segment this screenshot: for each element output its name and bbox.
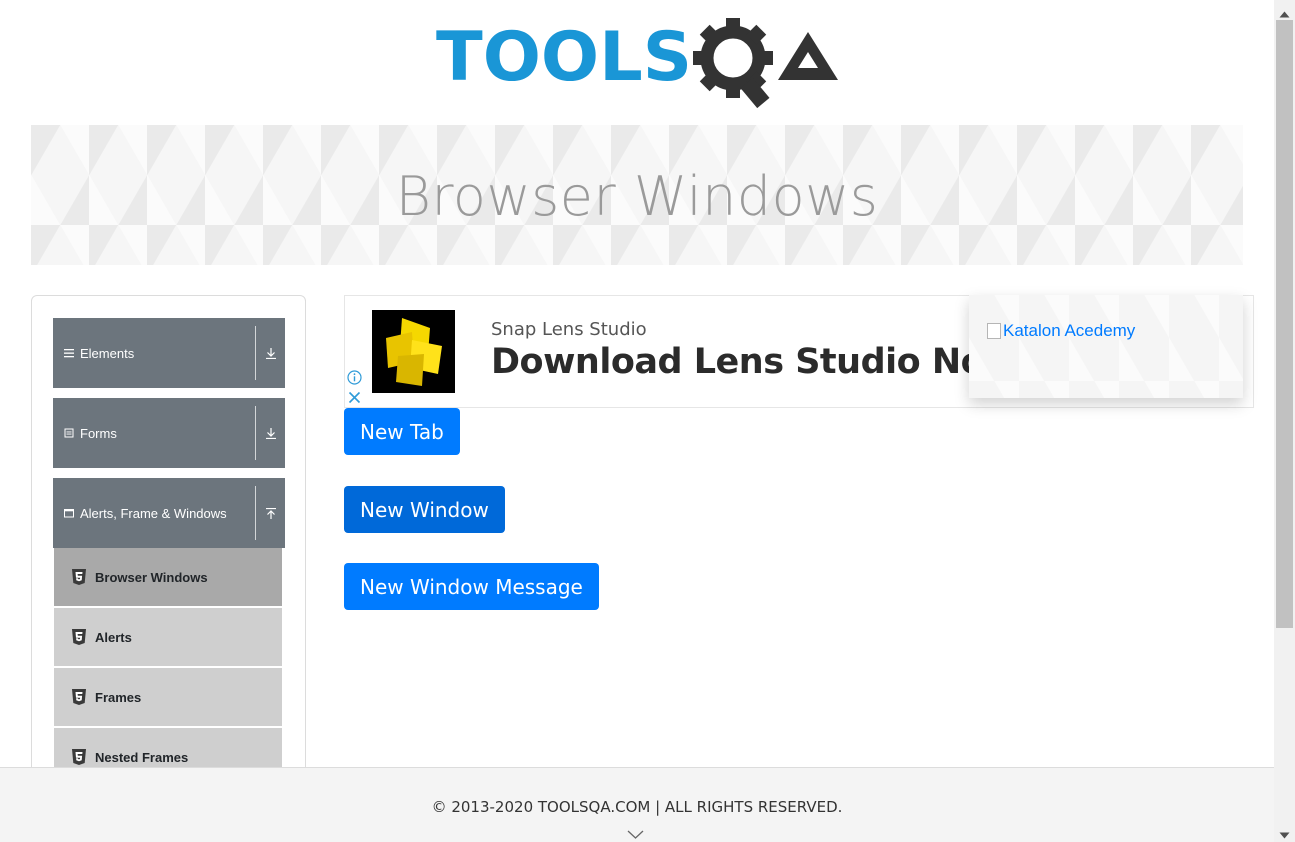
logo-gear-icon: [693, 18, 773, 109]
html5-icon: [72, 569, 86, 585]
expand-down-icon[interactable]: [256, 427, 285, 439]
toolsqa-logo[interactable]: TOOLS: [436, 18, 842, 114]
sidebar-item-label: Nested Frames: [95, 749, 189, 765]
page-banner: Browser Windows: [31, 125, 1243, 265]
sidebar-group-label: Alerts, Frame & Windows: [80, 505, 227, 521]
sidebar-item-frames[interactable]: Frames: [54, 668, 282, 726]
scrollbar-thumb[interactable]: [1276, 20, 1293, 628]
footer-copyright: © 2013-2020 TOOLSQA.COM | ALL RIGHTS RES…: [431, 798, 843, 816]
hamburger-icon: [64, 348, 74, 358]
form-icon: [64, 428, 74, 438]
html5-icon: [72, 749, 86, 765]
sidebar-group-label: Forms: [80, 425, 117, 441]
new-tab-button[interactable]: New Tab: [344, 408, 460, 455]
sidebar-group-elements[interactable]: Elements: [53, 318, 285, 388]
sidebar-item-browser-windows[interactable]: Browser Windows: [54, 548, 282, 606]
broken-image-icon: [987, 323, 1001, 339]
sidebar: Elements Forms Alerts, Frame & Windows B…: [31, 295, 306, 795]
katalon-promo-link[interactable]: Katalon Acedemy: [987, 321, 1135, 341]
vertical-scrollbar[interactable]: [1274, 0, 1295, 842]
collapse-up-icon[interactable]: [256, 507, 285, 519]
new-window-message-button[interactable]: New Window Message: [344, 563, 599, 610]
new-window-button[interactable]: New Window: [344, 486, 505, 533]
sidebar-group-label: Elements: [80, 345, 135, 361]
expand-down-icon[interactable]: [256, 347, 285, 359]
logo-tools-text: TOOLS: [436, 18, 692, 97]
footer: © 2013-2020 TOOLSQA.COM | ALL RIGHTS RES…: [0, 767, 1274, 842]
sidebar-group-alerts-frame-windows[interactable]: Alerts, Frame & Windows: [53, 478, 285, 548]
sidebar-item-label: Browser Windows: [95, 569, 208, 585]
ad-product-image[interactable]: [372, 310, 455, 393]
sidebar-group-forms[interactable]: Forms: [53, 398, 285, 468]
page-title: Browser Windows: [395, 164, 879, 228]
html5-icon: [72, 629, 86, 645]
sidebar-item-label: Frames: [95, 689, 142, 705]
ad-info-icon[interactable]: [345, 368, 364, 387]
ad-sponsor[interactable]: Snap Lens Studio: [491, 319, 647, 340]
html5-icon: [72, 689, 86, 705]
ad-headline[interactable]: Download Lens Studio Now: [491, 342, 1017, 382]
sidebar-item-label: Alerts: [95, 629, 132, 645]
logo-a-shape: [778, 32, 838, 80]
sidebar-item-alerts[interactable]: Alerts: [54, 608, 282, 666]
katalon-promo-alt-text: Katalon Acedemy: [1003, 321, 1136, 340]
katalon-promo-card: Katalon Acedemy: [969, 295, 1243, 398]
ad-close-icon[interactable]: [345, 388, 364, 407]
window-icon: [64, 508, 74, 518]
chevron-down-icon[interactable]: [627, 826, 644, 842]
scroll-down-arrow-icon[interactable]: [1279, 826, 1290, 842]
